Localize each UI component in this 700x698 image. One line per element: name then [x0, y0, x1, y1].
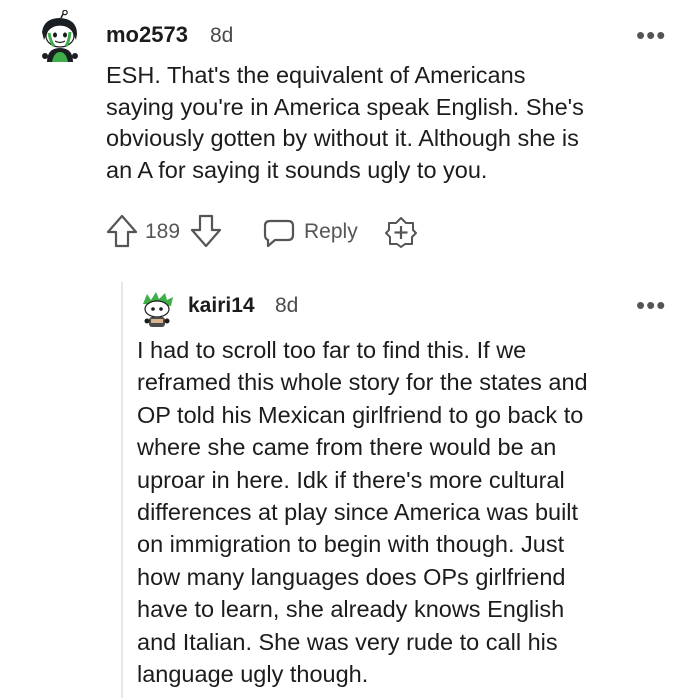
- chat-bubble-icon: [263, 218, 295, 248]
- reply-username[interactable]: kairi14: [188, 295, 255, 316]
- comment-body-line: saying you're in America speak English. …: [106, 93, 584, 120]
- comment-body-line: an A for saying it sounds ugly to you.: [106, 156, 488, 183]
- reply-body-line: on immigration to begin with though. Jus…: [137, 531, 565, 558]
- avatar[interactable]: [137, 290, 177, 330]
- reply-label: Reply: [304, 220, 358, 243]
- reply-body-line: and Italian. She was very rude to call h…: [137, 628, 558, 655]
- reply-body-line: have to learn, she already knows English: [137, 596, 565, 623]
- reply-body: I had to scroll too far to find this. If…: [137, 334, 687, 690]
- avatar[interactable]: [32, 9, 86, 64]
- comment-timestamp: 8d: [210, 24, 234, 47]
- snoo-avatar-icon: [143, 292, 173, 327]
- reply-body-line: how many languages does OPs girlfriend: [137, 563, 566, 590]
- reply-button[interactable]: Reply: [263, 216, 358, 248]
- reply-body-line: differences at play since America was bu…: [137, 499, 579, 526]
- award-icon[interactable]: [385, 216, 417, 248]
- thread-line[interactable]: [121, 282, 123, 698]
- reply-more-options-button[interactable]: •••: [636, 292, 666, 318]
- comment-body-line: ESH. That's the equivalent of Americans: [106, 62, 526, 88]
- comment-more-options-button[interactable]: •••: [636, 22, 666, 48]
- downvote-icon[interactable]: [190, 214, 222, 248]
- comment-username[interactable]: mo2573: [106, 24, 188, 46]
- reply-body-line: uproar in here. Idk if there's more cult…: [137, 466, 565, 493]
- reply-body-line: language ugly though.: [137, 661, 369, 688]
- reply-body-line: reframed this whole story for the states…: [137, 369, 588, 396]
- vote-count: 189: [145, 220, 181, 243]
- reply-body-line: I had to scroll too far to find this. If…: [137, 337, 527, 363]
- comment-body-line: obviously gotten by without it. Although…: [106, 125, 579, 151]
- reply-body-line: OP told his Mexican girlfriend to go bac…: [137, 401, 584, 428]
- reply-body-line: where she came from there would be an: [137, 434, 557, 461]
- comment-body: ESH. That's the equivalent of Americans …: [106, 60, 686, 186]
- reply-timestamp: 8d: [275, 294, 299, 317]
- snoo-avatar-icon: [42, 9, 78, 62]
- upvote-icon[interactable]: [106, 214, 138, 248]
